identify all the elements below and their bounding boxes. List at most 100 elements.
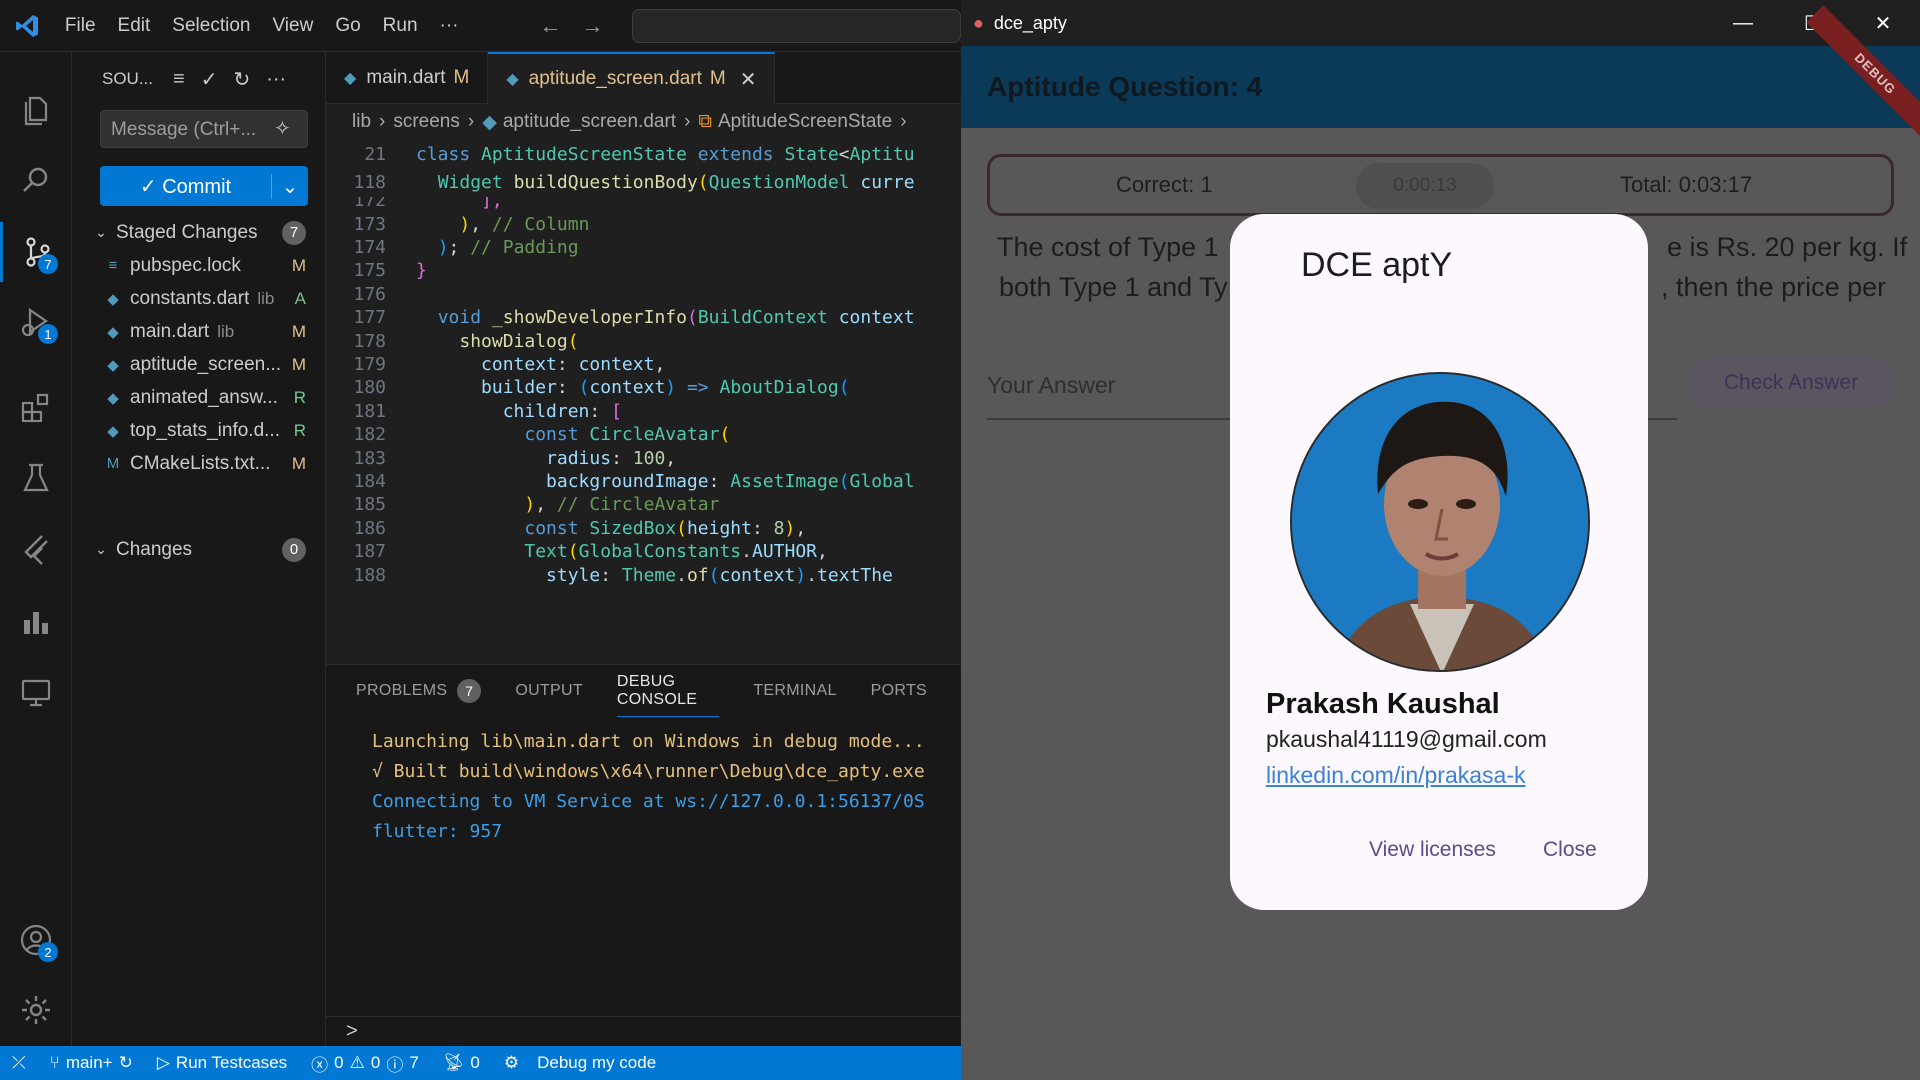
code-line: 186 const SizedBox(height: 8), [326, 517, 961, 540]
source-control-icon[interactable]: 7 [0, 222, 72, 282]
code-text: Widget buildQuestionBody(QuestionModel c… [437, 172, 915, 194]
tab-terminal[interactable]: TERMINAL [753, 665, 836, 717]
line-number: 175 [353, 260, 386, 282]
minimize-icon[interactable]: — [1708, 0, 1778, 46]
settings-gear-icon[interactable] [0, 980, 72, 1040]
chevron-down-icon[interactable]: ⌄ [90, 224, 112, 241]
tab-problems[interactable]: PROBLEMS 7 [356, 665, 482, 717]
scm-badge: 7 [38, 254, 58, 274]
scm-file-row[interactable]: ◆ top_stats_info.d... R [72, 414, 326, 447]
tab-modified-marker: M [709, 68, 726, 89]
chevron-down-icon[interactable]: ⌄ [272, 174, 308, 199]
scm-file-row[interactable]: ◆ constants.dart lib A [72, 282, 326, 315]
scm-file-row[interactable]: M CMakeLists.txt... M [72, 447, 326, 480]
search-icon[interactable] [0, 150, 72, 210]
breadcrumb-item[interactable]: screens [393, 111, 460, 133]
close-icon[interactable]: ✕ [1848, 0, 1918, 46]
sparkle-icon[interactable]: ✧ [274, 116, 291, 141]
code-line: 179 context: context, [326, 353, 961, 376]
file-name: top_stats_info.d... [130, 419, 280, 441]
scm-file-row[interactable]: ◆ aptitude_screen... M [72, 348, 326, 381]
line-number: 182 [353, 424, 386, 446]
debug-status[interactable]: ⚙ Debug my code [492, 1053, 668, 1073]
file-name: constants.dart [130, 287, 250, 309]
run-debug-icon[interactable]: 1 [0, 292, 72, 352]
app-bar-title: Aptitude Question: 4 [987, 71, 1263, 102]
menu-more[interactable]: ··· [429, 0, 470, 52]
chart-icon[interactable] [0, 592, 72, 652]
tab-modified-marker: M [453, 67, 470, 88]
forward-arrow-icon[interactable]: → [572, 13, 614, 39]
window-titlebar: ● dce_apty — ☐ ✕ [961, 0, 1920, 46]
commit-button[interactable]: ✓ Commit ⌄ [100, 166, 308, 206]
scm-file-row[interactable]: ◆ main.dart lib M [72, 315, 326, 348]
line-number: 180 [353, 377, 386, 399]
flutter-icon[interactable] [0, 520, 72, 580]
code-text: showDialog( [459, 330, 579, 352]
remote-icon[interactable]: ⤫ [0, 1053, 38, 1073]
scm-file-row[interactable]: ≡ pubspec.lock M [72, 249, 326, 282]
changes-group[interactable]: ⌄ Changes 0 [72, 533, 326, 566]
line-number: 183 [353, 447, 386, 469]
testing-icon[interactable] [0, 448, 72, 508]
dart-file-icon: ◆ [344, 70, 357, 87]
extensions-icon[interactable] [0, 378, 72, 438]
line-number: 176 [353, 283, 386, 305]
breadcrumb-item[interactable]: lib [352, 111, 371, 133]
line-number: 187 [353, 541, 386, 563]
line-number: 185 [353, 494, 386, 516]
line-number: 177 [353, 307, 386, 329]
warning-icon: ⚠ [349, 1053, 365, 1072]
more-actions-icon[interactable]: ··· [266, 68, 286, 91]
code-editor[interactable]: 21 class AptitudeScreenState extends Stat… [326, 140, 961, 664]
scm-file-row[interactable]: ◆ animated_answ... R [72, 381, 326, 414]
run-testcases-button[interactable]: ▷ Run Testcases [145, 1053, 299, 1073]
breadcrumb-item[interactable]: AptitudeScreenState [718, 111, 892, 133]
menu-view[interactable]: View [261, 0, 324, 52]
chevron-down-icon[interactable]: ⌄ [90, 541, 112, 558]
view-licenses-button[interactable]: View licenses [1369, 838, 1496, 862]
menu-go[interactable]: Go [324, 0, 371, 52]
breadcrumb-item[interactable]: aptitude_screen.dart [503, 111, 676, 133]
debug-console-input[interactable]: > [326, 1016, 961, 1046]
tab-ports[interactable]: PORTS [871, 665, 927, 717]
line-number: 181 [353, 400, 386, 422]
tab-aptitude-screen-dart[interactable]: ◆ aptitude_screen.dart M ✕ [488, 52, 776, 104]
explorer-icon[interactable] [0, 80, 72, 140]
menu-file[interactable]: File [54, 0, 107, 52]
accounts-badge: 2 [38, 942, 58, 962]
tab-debug-console[interactable]: DEBUG CONSOLE [616, 665, 720, 717]
tab-main-dart[interactable]: ◆ main.dart M [326, 52, 489, 104]
file-icon: ≡ [108, 257, 118, 274]
commit-check-icon[interactable]: ✓ [201, 67, 218, 92]
close-button[interactable]: Close [1543, 838, 1597, 862]
staged-changes-group[interactable]: ⌄ Staged Changes 7 [72, 216, 326, 249]
sticky-code-line: 21 class AptitudeScreenState extends Stat… [326, 140, 961, 169]
code-text: const SizedBox(height: 8), [524, 517, 807, 539]
close-icon[interactable]: ✕ [740, 67, 757, 92]
refresh-icon[interactable]: ↻ [233, 67, 250, 92]
check-answer-button[interactable]: Check Answer [1687, 358, 1895, 408]
staged-count-badge: 7 [282, 220, 306, 245]
branch-status[interactable]: ⑂ main+ ↻ [38, 1053, 145, 1073]
menu-selection[interactable]: Selection [161, 0, 261, 52]
question-text: both Type 1 and Ty [999, 272, 1228, 302]
command-center-search[interactable] [631, 8, 961, 43]
ports-status[interactable]: 📡︎ 0 [431, 1053, 492, 1073]
status-bar: ⤫ ⑂ main+ ↻ ▷ Run Testcases ⓧ 0 ⚠ 0 ⓘ 7 📡︎ 0 ⚙ Deb… [0, 1046, 961, 1080]
problems-status[interactable]: ⓧ 0 ⚠ 0 ⓘ 7 [299, 1051, 431, 1076]
view-as-list-icon[interactable]: ≡ [173, 68, 185, 91]
back-arrow-icon[interactable]: ← [530, 13, 572, 39]
tab-output[interactable]: OUTPUT [515, 665, 583, 717]
menu-edit[interactable]: Edit [107, 0, 162, 52]
menu-run[interactable]: Run [372, 0, 429, 52]
code-text: void _showDeveloperInfo(BuildContext con… [437, 307, 915, 329]
info-icon: ⓘ [386, 1055, 404, 1075]
code-text: ); // Padding [437, 236, 579, 258]
commit-button-label[interactable]: ✓ Commit [100, 173, 272, 199]
accounts-icon[interactable]: 2 [0, 910, 72, 970]
code-line: 185 ), // CircleAvatar [326, 493, 961, 516]
question-timer: 0:00:13 [1356, 163, 1494, 209]
remote-explorer-icon[interactable] [0, 662, 72, 722]
linkedin-link[interactable]: linkedin.com/in/prakasa-k [1266, 762, 1526, 789]
